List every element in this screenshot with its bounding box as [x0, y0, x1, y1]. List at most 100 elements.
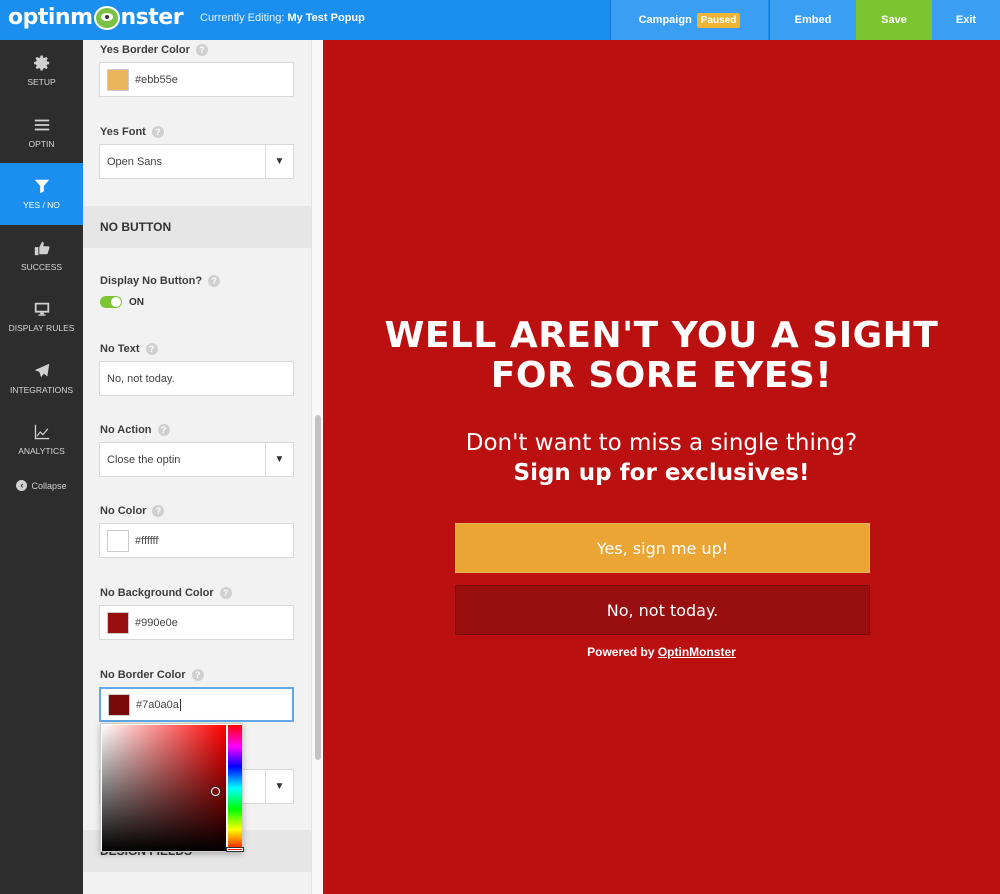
no-border-color-field[interactable]: #7a0a0a: [99, 687, 294, 722]
help-icon[interactable]: ?: [151, 126, 164, 138]
embed-button[interactable]: Embed: [769, 0, 856, 40]
sidebar-item-analytics[interactable]: Analytics: [0, 409, 83, 471]
logo-text-left: optinm: [8, 5, 93, 30]
help-icon[interactable]: ?: [208, 275, 221, 287]
label-text: No Background Color: [100, 587, 214, 599]
label-text: No Border Color: [100, 669, 186, 681]
saturation-value-area[interactable]: [102, 725, 226, 851]
yes-button[interactable]: Yes, sign me up!: [455, 523, 870, 573]
display-no-button-toggle[interactable]: ON: [100, 296, 144, 308]
no-color-label: No Color ?: [100, 505, 165, 517]
yes-border-color-field[interactable]: #ebb55e: [99, 62, 294, 97]
editing-label: Currently Editing:: [200, 12, 285, 24]
sidebar-item-label: Analytics: [18, 446, 65, 457]
color-value: #ebb55e: [135, 73, 178, 86]
dropdown-arrow-icon: ▼: [265, 145, 293, 178]
campaign-status-button[interactable]: Campaign Paused: [610, 0, 768, 40]
display-no-button-label: Display No Button? ?: [100, 275, 221, 287]
powered-by: Powered by OptinMonster: [323, 645, 1000, 659]
panel-scrollbar-thumb[interactable]: [315, 415, 321, 760]
headline-line-1: WELL AREN'T YOU A SIGHT: [384, 315, 939, 356]
no-text-input[interactable]: No, not today.: [99, 361, 294, 396]
powered-by-text: Powered by: [587, 645, 655, 659]
yes-font-select[interactable]: Open Sans ▼: [99, 144, 294, 179]
campaign-label: Campaign: [638, 14, 692, 26]
input-value: No, not today.: [107, 372, 175, 385]
sidebar-item-success[interactable]: Success: [0, 225, 83, 287]
menu-icon: [34, 119, 49, 131]
currently-editing: Currently Editing: My Test Popup: [200, 12, 365, 24]
chart-icon: [34, 425, 49, 440]
label-text: No Text: [100, 343, 140, 355]
color-swatch[interactable]: [107, 529, 129, 552]
no-background-color-field[interactable]: #990e0e: [99, 605, 294, 640]
label-text: Display No Button?: [100, 275, 203, 287]
yes-border-color-label: Yes Border Color ?: [100, 44, 208, 56]
sidebar-nav: Setup Optin Yes / No Success Display Rul…: [0, 40, 83, 894]
logo-text-right: nster: [120, 5, 184, 30]
monster-icon: [93, 5, 120, 30]
sidebar-item-setup[interactable]: Setup: [0, 40, 83, 102]
collapse-label: Collapse: [31, 480, 67, 491]
color-value: #ffffff: [135, 534, 159, 547]
text-cursor: [179, 698, 181, 711]
yes-font-label: Yes Font ?: [100, 126, 164, 138]
sidebar-item-label: Success: [20, 261, 63, 272]
help-icon[interactable]: ?: [191, 669, 204, 681]
label-text: No Action: [100, 424, 152, 436]
dropdown-arrow-icon: ▼: [265, 770, 293, 803]
color-value: #7a0a0a: [136, 698, 179, 711]
color-swatch[interactable]: [107, 611, 129, 634]
color-value: #990e0e: [135, 616, 178, 629]
sidebar-item-label: Integrations: [9, 384, 74, 395]
optinmonster-link[interactable]: OptinMonster: [658, 645, 736, 659]
no-action-select[interactable]: Close the optin ▼: [99, 442, 294, 477]
label-text: No Color: [100, 505, 147, 517]
no-button-section-header[interactable]: NO BUTTON: [83, 206, 311, 248]
monitor-icon: [34, 302, 49, 316]
status-badge: Paused: [696, 12, 741, 28]
sidebar-item-yes-no[interactable]: Yes / No: [0, 163, 83, 225]
popup-subheading[interactable]: Don't want to miss a single thing?: [323, 430, 1000, 456]
hue-slider-handle[interactable]: [226, 847, 244, 852]
headline-line-2: FOR SORE EYES!: [490, 355, 833, 396]
sidebar-item-label: Setup: [27, 77, 56, 88]
hue-slider[interactable]: [228, 725, 242, 851]
popup-headline[interactable]: WELL AREN'T YOU A SIGHT FOR SORE EYES!: [323, 316, 1000, 396]
help-icon[interactable]: ?: [157, 424, 170, 436]
no-background-color-label: No Background Color ?: [100, 587, 232, 599]
campaign-name: My Test Popup: [287, 12, 365, 24]
color-swatch[interactable]: [108, 693, 130, 716]
label-text: Yes Font: [100, 126, 146, 138]
help-icon[interactable]: ?: [152, 505, 165, 517]
exit-button[interactable]: Exit: [932, 0, 1000, 40]
dropdown-arrow-icon: ▼: [265, 443, 293, 476]
help-icon[interactable]: ?: [145, 343, 158, 355]
popup-subheading-bold[interactable]: Sign up for exclusives!: [323, 460, 1000, 486]
color-picker[interactable]: [100, 723, 244, 852]
optinmonster-logo[interactable]: optinm nster: [8, 5, 184, 30]
gear-icon: [33, 55, 49, 71]
saturation-value-marker[interactable]: [211, 787, 220, 796]
thumbs-up-icon: [34, 241, 49, 255]
save-button[interactable]: Save: [856, 0, 932, 40]
paper-plane-icon: [34, 363, 49, 378]
popup-preview: WELL AREN'T YOU A SIGHT FOR SORE EYES! D…: [323, 40, 1000, 894]
toggle-knob: [111, 297, 121, 307]
sidebar-item-label: Yes / No: [23, 200, 60, 211]
sidebar-item-label: Optin: [28, 138, 55, 149]
no-action-label: No Action ?: [100, 424, 170, 436]
help-icon[interactable]: ?: [219, 587, 232, 599]
sidebar-item-display-rules[interactable]: Display Rules: [0, 286, 83, 348]
help-icon[interactable]: ?: [195, 44, 208, 56]
sidebar-item-label: Display Rules: [8, 323, 75, 334]
collapse-button[interactable]: ‹ Collapse: [0, 473, 83, 499]
sidebar-item-optin[interactable]: Optin: [0, 102, 83, 164]
color-swatch[interactable]: [107, 68, 129, 91]
no-color-field[interactable]: #ffffff: [99, 523, 294, 558]
sidebar-item-integrations[interactable]: Integrations: [0, 348, 83, 410]
no-button[interactable]: No, not today.: [455, 585, 870, 635]
toggle-state: ON: [129, 296, 144, 308]
filter-icon: [34, 179, 49, 194]
top-bar: optinm nster Currently Editing: My Test P…: [0, 0, 1000, 40]
